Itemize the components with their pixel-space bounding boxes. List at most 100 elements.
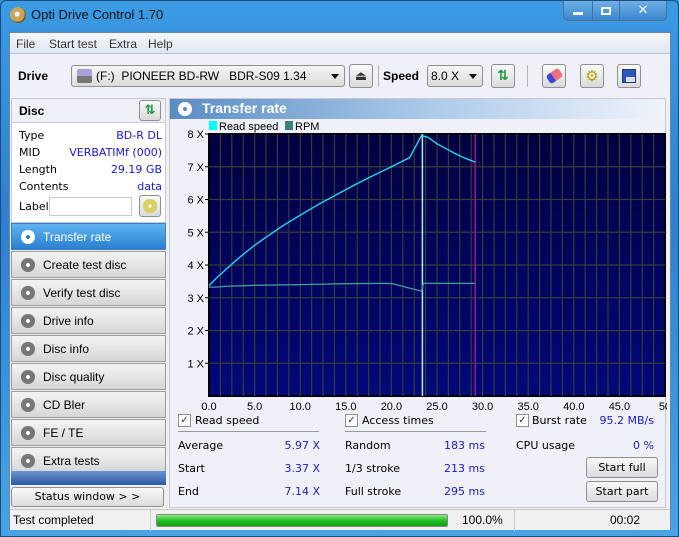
disc-label-input[interactable] <box>49 197 132 216</box>
start-value: 3.37 X <box>284 462 320 475</box>
minimize-button[interactable] <box>564 1 592 20</box>
burst-rate-value: 95.2 MB/s <box>599 414 654 427</box>
disc-contents-row: Contents data <box>19 180 162 193</box>
erase-button[interactable] <box>542 64 566 88</box>
read-speed-checkbox[interactable]: ✓ <box>178 414 191 427</box>
x-tick-label: 25.0 <box>426 401 447 413</box>
elapsed-time: 00:02 <box>610 513 641 527</box>
disc-contents-label: Contents <box>19 180 69 193</box>
toolbar: Drive (F:) PIONEER BD-RW BDR-S09 1.34 ⏏ … <box>10 54 670 98</box>
nav-verify-test-disc[interactable]: Verify test disc <box>11 279 166 306</box>
disc-test-icon <box>21 229 35 244</box>
x-tick-label: 10.0 <box>289 401 310 413</box>
menu-start-test[interactable]: Start test <box>49 37 97 51</box>
close-button[interactable]: ✕ <box>619 1 666 20</box>
disc-test-icon <box>21 369 35 384</box>
menu-extra[interactable]: Extra <box>109 37 137 51</box>
speed-select[interactable]: 8.0 X <box>427 65 483 87</box>
speed-value: 8.0 X <box>431 69 460 83</box>
divider <box>150 510 151 531</box>
y-tick-label: 3 X <box>187 293 204 305</box>
nav-label: Extra tests <box>43 453 100 468</box>
y-tick-label: 1 X <box>187 358 204 370</box>
refresh-speed-button[interactable]: ⇅ <box>491 64 515 88</box>
nav-label: Transfer rate <box>43 229 112 244</box>
burst-rate-checkbox[interactable]: ✓ <box>516 414 529 427</box>
x-tick-label: 20.0 <box>381 401 402 413</box>
title-bar[interactable]: Opti Drive Control 1.70 ✕ <box>1 1 678 31</box>
y-tick-label: 5 X <box>187 227 204 239</box>
erase-icon <box>544 67 564 85</box>
nav-label: Disc quality <box>43 369 105 384</box>
menu-file[interactable]: File <box>16 37 35 51</box>
menu-help[interactable]: Help <box>148 37 173 51</box>
end-value: 7.14 X <box>284 485 320 498</box>
y-tick-label: 6 X <box>187 195 204 207</box>
app-disc-icon <box>10 7 26 23</box>
client-area: File Start test Extra Help Drive (F:) PI… <box>9 32 671 531</box>
disc-test-icon <box>21 313 35 328</box>
x-tick-label: 35.0 <box>517 401 538 413</box>
disc-refresh-button[interactable]: ⇅ <box>139 100 161 121</box>
nav-create-test-disc[interactable]: Create test disc <box>11 251 166 278</box>
close-icon: ✕ <box>637 3 649 18</box>
average-label: Average <box>178 439 224 452</box>
nav-drive-info[interactable]: Drive info <box>11 307 166 334</box>
disc-mid-value: VERBATIMf (000) <box>69 146 162 159</box>
cpu-usage-label: CPU usage <box>516 439 576 452</box>
status-window-button[interactable]: Status window > > <box>11 487 164 507</box>
nav-extra-tests[interactable]: Extra tests <box>11 447 166 474</box>
access-times-label: Access times <box>362 414 434 427</box>
menu-bar: File Start test Extra Help <box>10 33 670 54</box>
maximize-button[interactable] <box>592 1 619 20</box>
disc-label-button[interactable] <box>139 195 161 217</box>
read-speed-label: Read speed <box>195 414 260 427</box>
disc-mid-row: MID VERBATIMf (000) <box>19 146 162 159</box>
chevron-down-icon <box>331 74 339 79</box>
disc-contents-value: data <box>137 180 162 193</box>
disc-info-box: Disc ⇅ Type BD-R DL MID VERBATIMf (000) Le… <box>11 98 166 223</box>
start-part-button[interactable]: Start part <box>586 481 658 502</box>
transfer-rate-chart: 1 X 2 X 3 X 4 X 5 X 6 X 7 X 8 X 0.0 5.0 10.0 15.0 20… <box>187 121 667 413</box>
drive-label: Drive <box>18 69 49 83</box>
y-tick-label: 2 X <box>187 326 204 338</box>
end-label: End <box>178 485 199 498</box>
nav-transfer-rate[interactable]: Transfer rate <box>11 223 166 250</box>
random-value: 183 ms <box>444 439 485 452</box>
drive-select[interactable]: (F:) PIONEER BD-RW BDR-S09 1.34 <box>71 65 345 87</box>
disc-test-icon <box>21 397 35 412</box>
eject-button[interactable]: ⏏ <box>349 64 373 88</box>
average-value: 5.97 X <box>284 439 320 452</box>
nav-label: Verify test disc <box>43 285 121 300</box>
start-full-button[interactable]: Start full <box>586 457 658 478</box>
nav-disc-info[interactable]: Disc info <box>11 335 166 362</box>
disc-test-icon <box>21 341 35 356</box>
disc-test-icon <box>21 453 35 468</box>
minimize-icon <box>573 12 583 15</box>
random-label: Random <box>345 439 391 452</box>
settings-button[interactable]: ⚙ <box>580 64 604 88</box>
divider <box>514 510 515 531</box>
progress-bar <box>156 514 448 527</box>
nav-cd-bler[interactable]: CD Bler <box>11 391 166 418</box>
maximize-icon <box>601 6 611 15</box>
nav-spacer <box>11 471 166 485</box>
drive-value: (F:) PIONEER BD-RW BDR-S09 1.34 <box>96 69 307 83</box>
disc-length-value: 29.19 GB <box>110 163 162 176</box>
window-title: Opti Drive Control 1.70 <box>31 7 164 22</box>
legend-swatch <box>285 121 293 130</box>
x-tick-label: 40.0 <box>563 401 584 413</box>
disc-length-label: Length <box>19 163 57 176</box>
panel-title: Transfer rate <box>202 100 287 116</box>
x-tick-label: 5.0 <box>247 401 262 413</box>
nav-fe-te[interactable]: FE / TE <box>11 419 166 446</box>
app-window: Opti Drive Control 1.70 ✕ File Start tes… <box>0 0 679 537</box>
save-button[interactable] <box>617 64 641 88</box>
nav-disc-quality[interactable]: Disc quality <box>11 363 166 390</box>
refresh-icon: ⇅ <box>144 103 156 118</box>
full-stroke-label: Full stroke <box>345 485 402 498</box>
access-times-checkbox[interactable]: ✓ <box>345 414 358 427</box>
divider <box>178 431 319 432</box>
speed-label: Speed <box>383 69 420 83</box>
x-tick-label: 50.0 GB <box>659 401 667 413</box>
